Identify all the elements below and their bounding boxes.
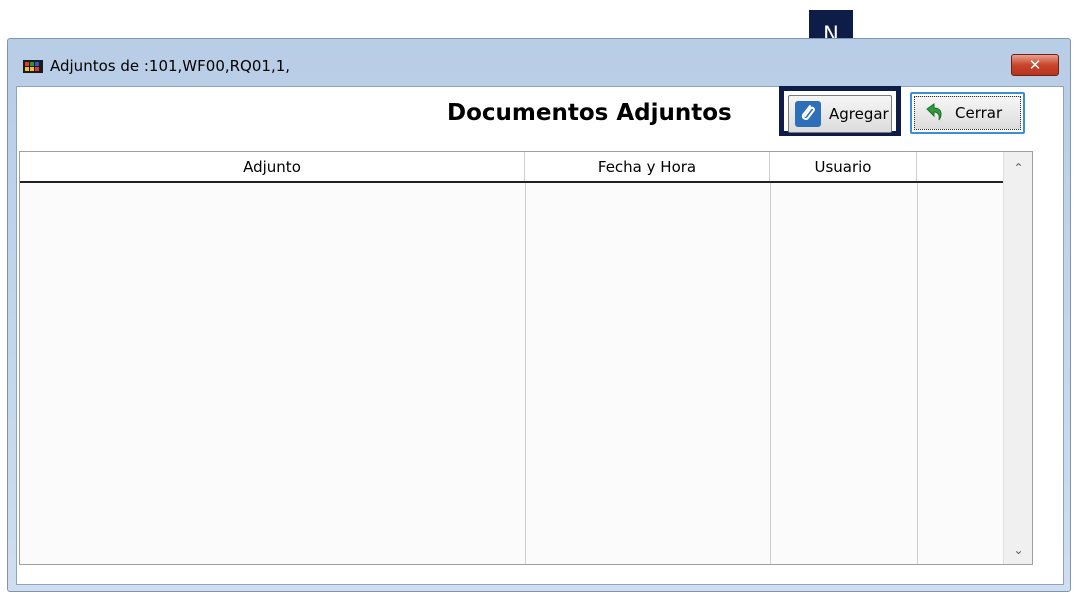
- undo-arrow-icon: [926, 103, 942, 121]
- scroll-down-icon[interactable]: ⌄: [1004, 540, 1033, 560]
- vertical-scrollbar[interactable]: ⌃ ⌄: [1003, 152, 1032, 564]
- attachments-window: Adjuntos de :101,WF00,RQ01,1, ✕ Document…: [7, 38, 1071, 592]
- cerrar-button[interactable]: Cerrar: [910, 92, 1025, 134]
- grid-header: Adjunto Fecha y Hora Usuario: [20, 152, 1003, 183]
- attachments-grid[interactable]: Adjunto Fecha y Hora Usuario ⌃ ⌄: [19, 151, 1033, 565]
- column-divider: [917, 183, 918, 564]
- paperclip-icon: [795, 101, 821, 127]
- cerrar-button-face: Cerrar: [914, 96, 1021, 130]
- grid-body: [20, 183, 1003, 564]
- close-icon: ✕: [1028, 56, 1042, 74]
- column-header-adjunto[interactable]: Adjunto: [20, 152, 525, 181]
- title-bar[interactable]: Adjuntos de :101,WF00,RQ01,1, ✕: [8, 39, 1070, 87]
- cerrar-label: Cerrar: [955, 104, 1003, 122]
- column-header-empty[interactable]: [917, 152, 1003, 181]
- column-header-usuario[interactable]: Usuario: [770, 152, 917, 181]
- page-title: Documentos Adjuntos: [447, 100, 732, 126]
- close-window-button[interactable]: ✕: [1011, 54, 1059, 76]
- window-title: Adjuntos de :101,WF00,RQ01,1,: [50, 57, 291, 75]
- column-divider: [525, 183, 526, 564]
- window-content: Documentos Adjuntos Agregar Cerrar Adjun…: [16, 86, 1064, 585]
- app-icon: [23, 60, 43, 73]
- agregar-button[interactable]: Agregar: [788, 95, 892, 133]
- column-divider: [770, 183, 771, 564]
- agregar-label: Agregar: [829, 105, 889, 123]
- scroll-up-icon[interactable]: ⌃: [1004, 158, 1033, 178]
- column-header-fecha-hora[interactable]: Fecha y Hora: [525, 152, 770, 181]
